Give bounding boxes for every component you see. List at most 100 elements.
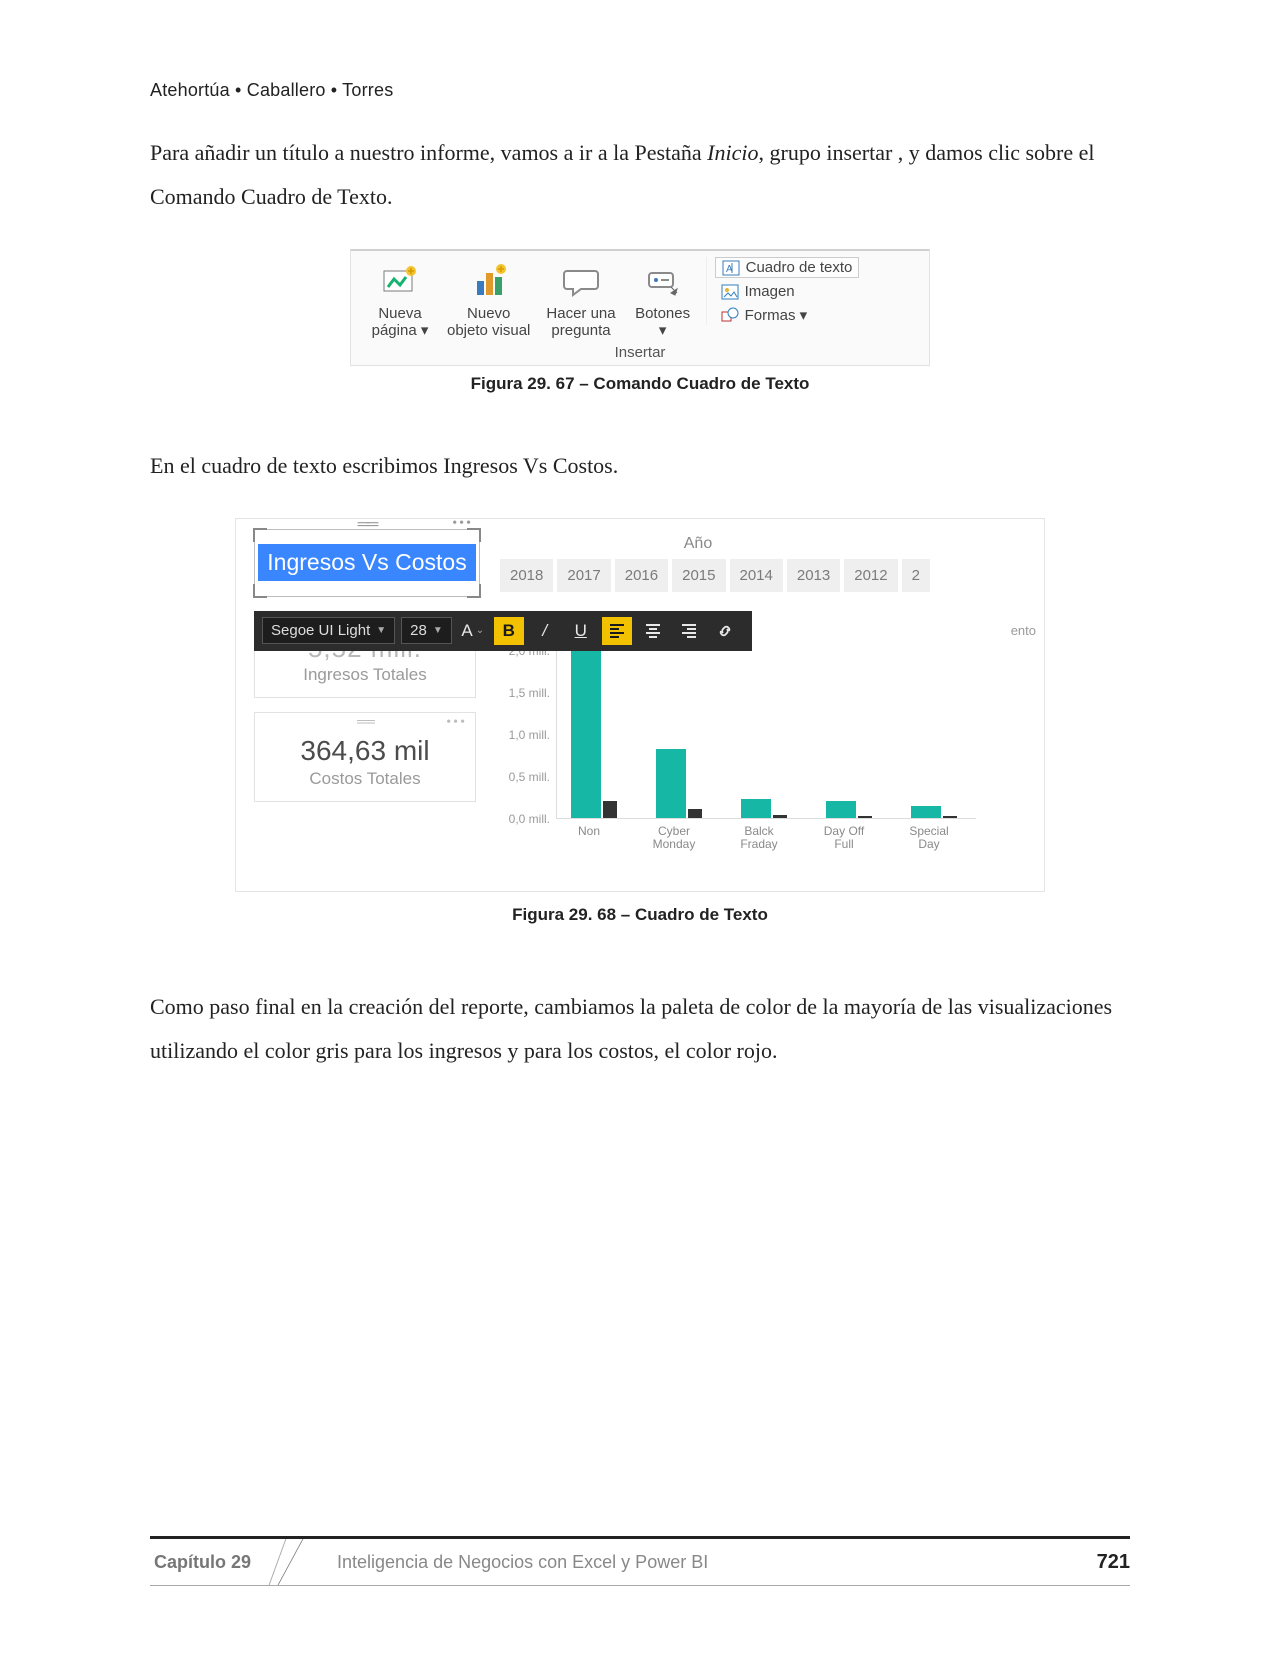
bar-series-a bbox=[741, 799, 771, 817]
new-page-icon bbox=[378, 259, 422, 303]
report-title-textbox[interactable]: ══ ••• Ingresos Vs Costos bbox=[254, 529, 480, 597]
y-tick: 1,0 mill. bbox=[494, 728, 550, 742]
font-color-A: A bbox=[461, 621, 472, 641]
paragraph-3: Como paso final en la creación del repor… bbox=[150, 985, 1130, 1073]
font-family-select[interactable]: Segoe UI Light ▼ bbox=[262, 617, 395, 644]
card-value: 364,63 mil bbox=[261, 735, 469, 767]
card-ingresos-totales[interactable]: 5,52 mill. Ingresos Totales bbox=[254, 645, 476, 698]
card-label: Costos Totales bbox=[261, 769, 469, 789]
slicer-year[interactable]: 2 bbox=[902, 559, 930, 592]
figure-68: ══ ••• Ingresos Vs Costos Año 2018 2017 … bbox=[150, 518, 1130, 925]
bar-series-a bbox=[911, 806, 941, 818]
footer-page-number: 721 bbox=[1097, 1551, 1130, 1574]
truncated-text: ento bbox=[1011, 623, 1036, 638]
align-right-button[interactable] bbox=[674, 617, 704, 645]
ribbon-group-label: Insertar bbox=[361, 344, 919, 361]
footer-chapter: Capítulo 29 bbox=[150, 1552, 277, 1573]
bar-group bbox=[911, 806, 967, 818]
bar-series-a bbox=[826, 801, 856, 818]
speech-bubble-icon bbox=[559, 259, 603, 303]
font-size-select[interactable]: 28 ▼ bbox=[401, 617, 452, 644]
new-page-l1: Nueva bbox=[378, 305, 421, 322]
font-color-button[interactable]: A ⌄ bbox=[458, 617, 488, 645]
page-footer: Capítulo 29 Inteligencia de Negocios con… bbox=[150, 1536, 1130, 1586]
figure-67: Nuevapágina ▾ Nuevoobjeto visual Hacer u… bbox=[150, 249, 1130, 394]
new-visual-icon bbox=[467, 259, 511, 303]
slicer-year[interactable]: 2018 bbox=[500, 559, 553, 592]
new-page-l2: página ▾ bbox=[372, 322, 429, 339]
bar-series-b bbox=[943, 816, 957, 818]
slicer-year[interactable]: 2015 bbox=[672, 559, 725, 592]
ask-l1: Hacer una bbox=[546, 305, 615, 322]
bar-chart[interactable]: 2,0 mill. 1,5 mill. 1,0 mill. 0,5 mill. … bbox=[494, 645, 994, 877]
textbox-icon: A bbox=[722, 260, 740, 276]
p1-tab-name: Inicio bbox=[707, 140, 758, 165]
buttons-icon bbox=[641, 259, 685, 303]
card-costos-totales[interactable]: ══ ••• 364,63 mil Costos Totales bbox=[254, 712, 476, 802]
bar-group bbox=[741, 799, 797, 817]
slicer-year[interactable]: 2017 bbox=[557, 559, 610, 592]
bar-series-b bbox=[773, 815, 787, 818]
image-icon bbox=[721, 284, 739, 300]
x-label: Balck Fraday bbox=[724, 825, 794, 853]
textbox-label: Cuadro de texto bbox=[746, 259, 853, 276]
buttons-l1: Botones bbox=[635, 305, 690, 322]
shapes-label: Formas ▾ bbox=[745, 306, 808, 324]
image-label: Imagen bbox=[745, 283, 795, 300]
font-size-value: 28 bbox=[410, 622, 427, 639]
year-slicer: Año 2018 2017 2016 2015 2014 2013 2012 2 bbox=[500, 529, 930, 592]
align-left-button[interactable] bbox=[602, 617, 632, 645]
ask-question-button[interactable]: Hacer unapregunta bbox=[538, 257, 623, 342]
slicer-title: Año bbox=[500, 535, 930, 553]
slicer-values: 2018 2017 2016 2015 2014 2013 2012 2 bbox=[500, 559, 930, 592]
slicer-year[interactable]: 2016 bbox=[615, 559, 668, 592]
more-options-icon[interactable]: ••• bbox=[446, 715, 467, 731]
new-page-button[interactable]: Nuevapágina ▾ bbox=[361, 257, 439, 342]
new-visual-l1: Nuevo bbox=[467, 305, 510, 322]
card-label: Ingresos Totales bbox=[261, 665, 469, 685]
bar-series-a bbox=[571, 650, 601, 818]
figure-67-caption: Figura 29. 67 – Comando Cuadro de Texto bbox=[150, 374, 1130, 394]
bar-group bbox=[656, 749, 712, 818]
x-label: Day Off Full bbox=[809, 825, 879, 853]
new-visual-l2: objeto visual bbox=[447, 322, 530, 339]
y-tick: 0,0 mill. bbox=[494, 812, 550, 826]
underline-button[interactable]: U bbox=[566, 617, 596, 645]
bar-series-a bbox=[656, 749, 686, 818]
paragraph-2: En el cuadro de texto escribimos Ingreso… bbox=[150, 444, 1130, 488]
slicer-year[interactable]: 2014 bbox=[730, 559, 783, 592]
text-format-toolbar: Segoe UI Light ▼ 28 ▼ A ⌄ B / U bbox=[254, 611, 752, 651]
shapes-icon bbox=[721, 307, 739, 323]
y-tick: 1,5 mill. bbox=[494, 686, 550, 700]
new-visual-button[interactable]: Nuevoobjeto visual bbox=[439, 257, 538, 342]
shapes-command[interactable]: Formas ▾ bbox=[715, 305, 860, 325]
caret-down-icon: ▼ bbox=[433, 625, 443, 636]
bold-button[interactable]: B bbox=[494, 617, 524, 645]
x-label: Special Day bbox=[894, 825, 964, 853]
bar-series-b bbox=[603, 801, 617, 818]
textbox-command[interactable]: A Cuadro de texto bbox=[715, 257, 860, 278]
running-head-authors: Atehortúa • Caballero • Torres bbox=[150, 80, 1130, 101]
ask-l2: pregunta bbox=[551, 322, 610, 339]
link-button[interactable] bbox=[710, 617, 740, 645]
figure-68-caption: Figura 29. 68 – Cuadro de Texto bbox=[150, 905, 1130, 925]
grip-icon: ══ bbox=[358, 518, 377, 534]
caret-down-icon: ⌄ bbox=[476, 625, 484, 636]
x-label: Cyber Monday bbox=[639, 825, 709, 853]
p1-a: Para añadir un título a nuestro informe,… bbox=[150, 140, 707, 165]
slicer-year[interactable]: 2013 bbox=[787, 559, 840, 592]
report-canvas: ══ ••• Ingresos Vs Costos Año 2018 2017 … bbox=[235, 518, 1045, 892]
textbox-text[interactable]: Ingresos Vs Costos bbox=[258, 544, 475, 581]
bar-series-b bbox=[688, 809, 702, 817]
paragraph-1: Para añadir un título a nuestro informe,… bbox=[150, 131, 1130, 219]
caret-down-icon: ▼ bbox=[376, 625, 386, 636]
buttons-dropdown[interactable]: Botones▾ bbox=[624, 257, 702, 342]
image-command[interactable]: Imagen bbox=[715, 282, 860, 301]
font-family-value: Segoe UI Light bbox=[271, 622, 370, 639]
align-center-button[interactable] bbox=[638, 617, 668, 645]
slicer-year[interactable]: 2012 bbox=[844, 559, 897, 592]
bar-series-b bbox=[858, 816, 872, 818]
y-tick: 0,5 mill. bbox=[494, 770, 550, 784]
footer-title: Inteligencia de Negocios con Excel y Pow… bbox=[337, 1552, 1097, 1573]
italic-button[interactable]: / bbox=[530, 617, 560, 645]
